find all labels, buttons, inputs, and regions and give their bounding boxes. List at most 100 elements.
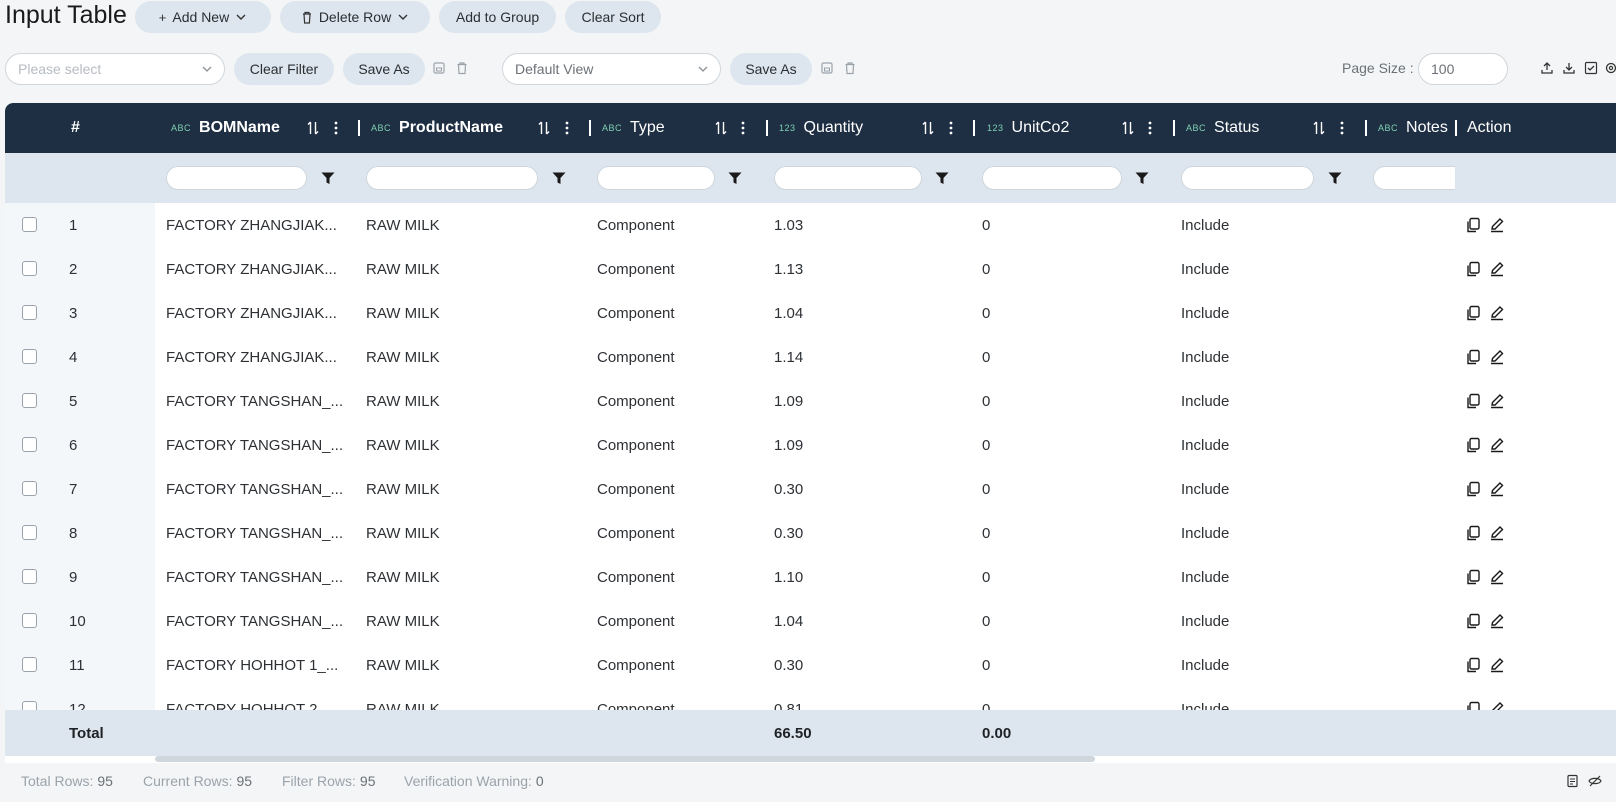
gear-icon[interactable]	[1604, 61, 1616, 75]
funnel-icon[interactable]	[552, 172, 566, 185]
delete-row-button[interactable]: Delete Row	[280, 1, 430, 33]
more-icon[interactable]	[334, 120, 338, 136]
sort-icon[interactable]	[922, 120, 934, 136]
row-checkbox[interactable]	[22, 481, 37, 496]
row-checkbox[interactable]	[22, 349, 37, 364]
copy-icon[interactable]	[1465, 393, 1481, 409]
more-icon[interactable]	[1340, 120, 1344, 136]
column-header-productname[interactable]: ABC ProductName	[371, 103, 503, 153]
more-icon[interactable]	[949, 120, 953, 136]
bomname-cell: FACTORY TANGSHAN_...	[166, 437, 343, 454]
page-title: Input Table	[5, 1, 127, 29]
copy-icon[interactable]	[1465, 481, 1481, 497]
funnel-icon[interactable]	[321, 172, 335, 185]
sort-icon[interactable]	[715, 120, 727, 136]
row-checkbox[interactable]	[22, 305, 37, 320]
save-filter-as-button[interactable]: Save As	[343, 53, 425, 85]
column-header-notes[interactable]: ABC Notes	[1378, 103, 1448, 153]
column-resize-handle[interactable]	[973, 120, 975, 136]
type-cell: Component	[597, 437, 675, 454]
notes-filter-input[interactable]	[1373, 166, 1455, 190]
row-checkbox[interactable]	[22, 569, 37, 584]
copy-icon[interactable]	[1465, 613, 1481, 629]
chevron-down-icon	[698, 66, 708, 72]
save-view-as-button[interactable]: Save As	[730, 53, 812, 85]
more-icon[interactable]	[741, 120, 745, 136]
add-new-button[interactable]: + Add New	[135, 1, 271, 33]
column-resize-handle[interactable]	[358, 120, 360, 136]
save-icon[interactable]	[432, 61, 446, 75]
download-icon[interactable]	[1562, 61, 1576, 75]
copy-icon[interactable]	[1465, 657, 1481, 673]
funnel-icon[interactable]	[935, 172, 949, 185]
funnel-icon[interactable]	[1328, 172, 1342, 185]
type-filter-input[interactable]	[597, 166, 715, 190]
trash-icon[interactable]	[843, 61, 857, 75]
row-checkbox[interactable]	[22, 613, 37, 628]
sort-icon[interactable]	[307, 120, 319, 136]
edit-icon[interactable]	[1489, 349, 1505, 365]
column-resize-handle[interactable]	[1173, 120, 1175, 136]
sort-icon[interactable]	[1313, 120, 1325, 136]
unitco2-filter-input[interactable]	[982, 166, 1122, 190]
copy-icon[interactable]	[1465, 217, 1481, 233]
edit-icon[interactable]	[1489, 261, 1505, 277]
view-select[interactable]: Default View	[502, 53, 721, 85]
copy-icon[interactable]	[1465, 569, 1481, 585]
edit-icon[interactable]	[1489, 657, 1505, 673]
row-checkbox[interactable]	[22, 217, 37, 232]
edit-icon[interactable]	[1489, 437, 1505, 453]
column-header-quantity[interactable]: 123 Quantity	[779, 103, 863, 153]
page-size-input[interactable]: 100	[1418, 53, 1508, 85]
row-checkbox[interactable]	[22, 261, 37, 276]
add-to-group-button[interactable]: Add to Group	[439, 1, 556, 33]
row-checkbox[interactable]	[22, 657, 37, 672]
clear-sort-button[interactable]: Clear Sort	[565, 1, 661, 33]
row-checkbox[interactable]	[22, 525, 37, 540]
edit-icon[interactable]	[1489, 569, 1505, 585]
quantity-filter-input[interactable]	[774, 166, 922, 190]
edit-icon[interactable]	[1489, 481, 1505, 497]
funnel-icon[interactable]	[728, 172, 742, 185]
sort-icon[interactable]	[1122, 120, 1134, 136]
filter-select-placeholder: Please select	[18, 61, 102, 77]
edit-icon[interactable]	[1489, 613, 1505, 629]
sort-icon[interactable]	[538, 120, 550, 136]
edit-icon[interactable]	[1489, 305, 1505, 321]
row-checkbox[interactable]	[22, 393, 37, 408]
upload-icon[interactable]	[1540, 61, 1554, 75]
filter-select[interactable]: Please select	[5, 53, 225, 85]
column-resize-handle[interactable]	[766, 120, 768, 136]
column-header-bomname[interactable]: ABC BOMName	[171, 103, 280, 153]
column-header-type[interactable]: ABC Type	[602, 103, 665, 153]
edit-icon[interactable]	[1489, 217, 1505, 233]
bomname-filter-input[interactable]	[166, 166, 307, 190]
table-row: 9 FACTORY TANGSHAN_... RAW MILK Componen…	[5, 555, 1616, 599]
column-header-status[interactable]: ABC Status	[1186, 103, 1259, 153]
trash-icon[interactable]	[455, 61, 469, 75]
type-cell: Component	[597, 525, 675, 542]
column-resize-handle[interactable]	[589, 120, 591, 136]
copy-icon[interactable]	[1465, 437, 1481, 453]
copy-icon[interactable]	[1465, 349, 1481, 365]
clear-filter-button[interactable]: Clear Filter	[234, 53, 334, 85]
report-icon[interactable]	[1566, 774, 1580, 788]
save-icon[interactable]	[820, 61, 834, 75]
funnel-icon[interactable]	[1135, 172, 1149, 185]
status-filter-input[interactable]	[1181, 166, 1314, 190]
more-icon[interactable]	[1148, 120, 1152, 136]
horizontal-scrollbar[interactable]	[155, 756, 1095, 762]
more-icon[interactable]	[565, 120, 569, 136]
row-checkbox[interactable]	[22, 437, 37, 452]
column-header-unitco2[interactable]: 123 UnitCo2	[987, 103, 1069, 153]
column-resize-handle[interactable]	[1455, 120, 1457, 136]
edit-icon[interactable]	[1489, 393, 1505, 409]
copy-icon[interactable]	[1465, 525, 1481, 541]
hide-icon[interactable]	[1588, 774, 1602, 788]
select-all-icon[interactable]	[1584, 61, 1598, 75]
copy-icon[interactable]	[1465, 305, 1481, 321]
column-resize-handle[interactable]	[1365, 120, 1367, 136]
productname-filter-input[interactable]	[366, 166, 538, 190]
copy-icon[interactable]	[1465, 261, 1481, 277]
edit-icon[interactable]	[1489, 525, 1505, 541]
